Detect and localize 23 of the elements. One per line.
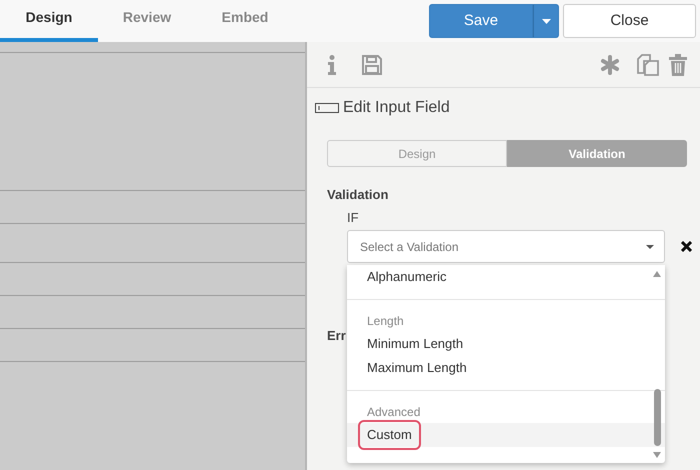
save-menu-button[interactable] bbox=[533, 4, 559, 38]
panel-title: Edit Input Field bbox=[343, 98, 450, 118]
close-button[interactable]: Close bbox=[563, 4, 696, 38]
copy-icon[interactable] bbox=[636, 52, 660, 76]
menu-option[interactable]: Minimum Length bbox=[347, 332, 665, 356]
asterisk-icon[interactable] bbox=[600, 54, 620, 74]
menu-option[interactable]: Alphanumeric bbox=[347, 265, 665, 289]
remove-icon[interactable] bbox=[681, 241, 692, 252]
input-field-icon bbox=[315, 103, 339, 113]
caret-icon bbox=[542, 18, 550, 24]
save-icon[interactable] bbox=[361, 54, 383, 76]
condition-label: IF bbox=[347, 208, 359, 226]
section-label: Validation bbox=[327, 186, 388, 204]
field-label: Err bbox=[327, 327, 346, 345]
menu-group-header: Advanced bbox=[366, 404, 422, 421]
save-button[interactable]: Save bbox=[429, 4, 533, 38]
menu-option[interactable]: Maximum Length bbox=[347, 356, 665, 380]
menu-group-header: Length bbox=[366, 313, 405, 330]
trash-icon[interactable] bbox=[668, 54, 688, 76]
menu-option[interactable]: Custom bbox=[347, 423, 665, 447]
info-icon[interactable] bbox=[327, 54, 337, 74]
caret-icon bbox=[646, 244, 654, 248]
validation-select[interactable]: Select a Validation bbox=[347, 230, 665, 263]
